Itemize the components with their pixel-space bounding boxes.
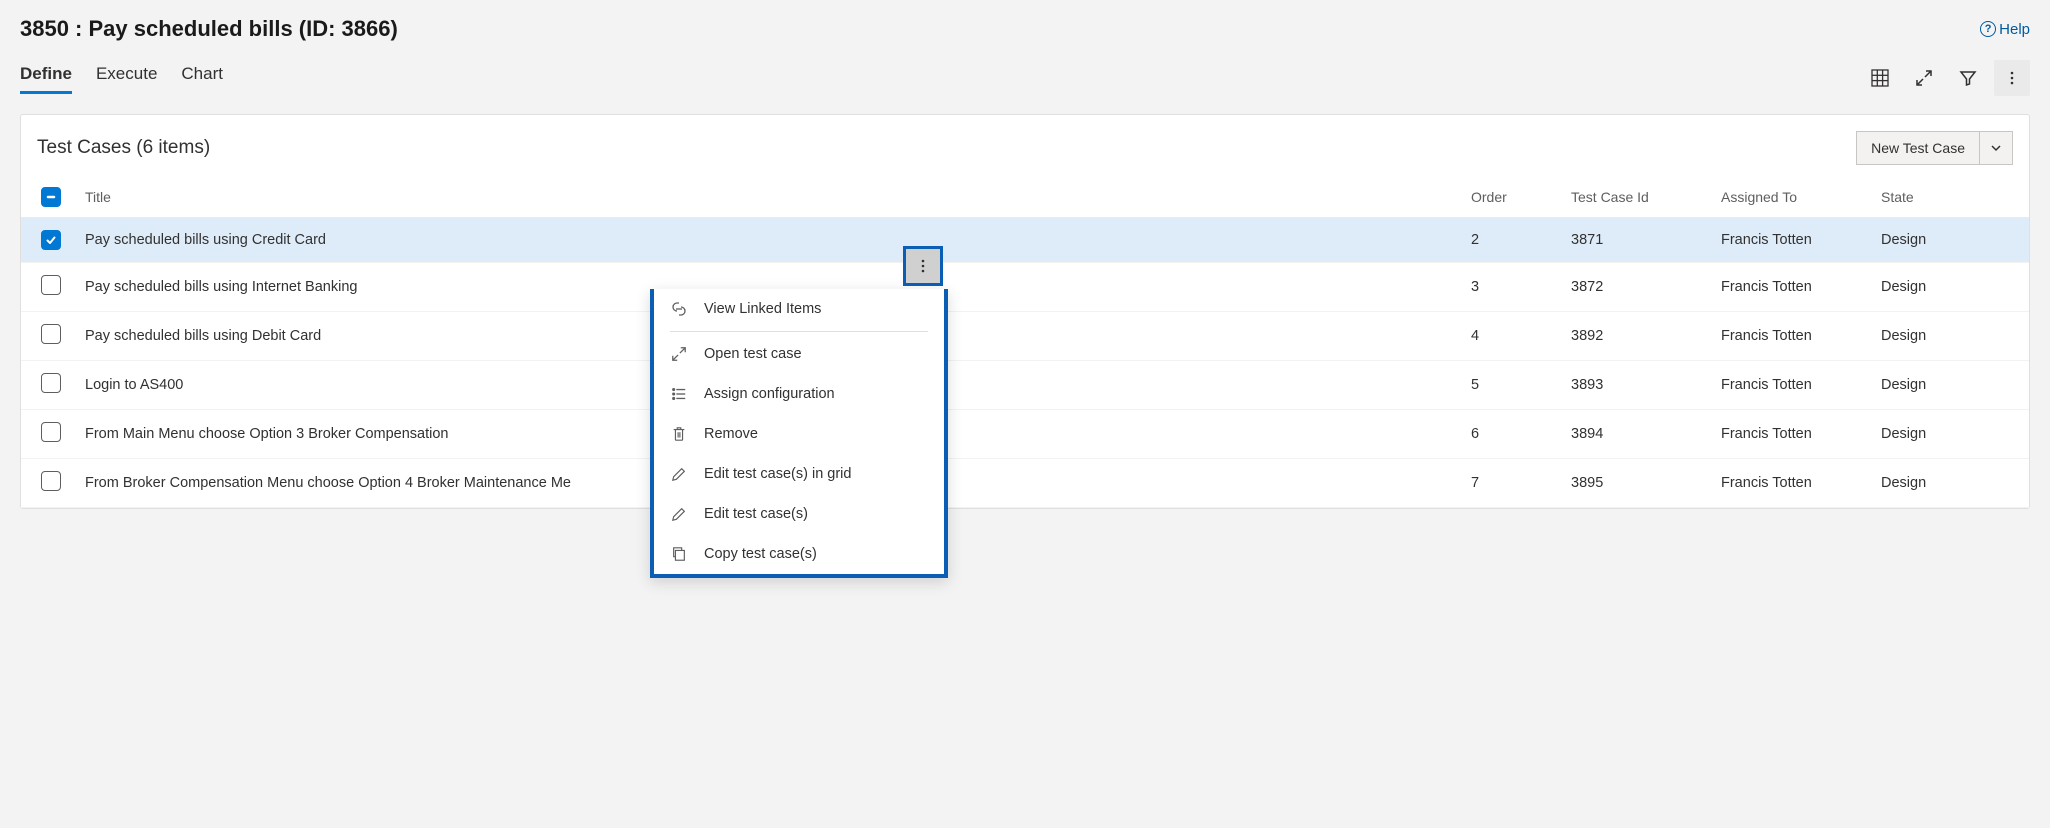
help-label: Help <box>1999 21 2030 38</box>
column-order[interactable]: Order <box>1459 177 1559 218</box>
table-row[interactable]: From Main Menu choose Option 3 Broker Co… <box>21 410 2029 459</box>
new-test-case-button[interactable]: New Test Case <box>1856 131 1979 165</box>
cell-title: Pay scheduled bills using Internet Banki… <box>85 279 357 295</box>
tab-chart[interactable]: Chart <box>181 64 223 92</box>
table-row[interactable]: Login to AS400 5 3893 Francis Totten Des… <box>21 361 2029 410</box>
cell-title: Pay scheduled bills using Debit Card <box>85 328 321 344</box>
new-test-case-dropdown[interactable] <box>1979 131 2013 165</box>
cell-state: Design <box>1869 459 2029 508</box>
help-link[interactable]: ? Help <box>1980 21 2030 38</box>
cell-title: From Main Menu choose Option 3 Broker Co… <box>85 426 448 442</box>
tabs: Define Execute Chart <box>20 64 223 92</box>
row-checkbox[interactable] <box>41 471 61 491</box>
menu-copy[interactable]: Copy test case(s) <box>654 534 944 574</box>
cell-order: 5 <box>1459 361 1559 410</box>
column-state[interactable]: State <box>1869 177 2029 218</box>
cell-state: Design <box>1869 312 2029 361</box>
menu-label: View Linked Items <box>704 301 821 317</box>
expand-icon <box>670 345 688 363</box>
context-menu: View Linked Items Open test case Assign … <box>650 289 948 578</box>
copy-icon <box>670 545 688 563</box>
cell-order: 3 <box>1459 263 1559 312</box>
cell-id: 3895 <box>1559 459 1709 508</box>
cell-state: Design <box>1869 410 2029 459</box>
row-actions-button[interactable] <box>903 246 943 286</box>
row-checkbox[interactable] <box>41 373 61 393</box>
cell-assigned: Francis Totten <box>1709 263 1869 312</box>
link-icon <box>670 300 688 318</box>
menu-edit-grid[interactable]: Edit test case(s) in grid <box>654 454 944 494</box>
pencil-icon <box>670 465 688 483</box>
menu-divider <box>670 331 928 332</box>
panel-title: Test Cases (6 items) <box>37 137 210 159</box>
cell-assigned: Francis Totten <box>1709 410 1869 459</box>
row-checkbox[interactable] <box>41 324 61 344</box>
tab-execute[interactable]: Execute <box>96 64 157 92</box>
row-checkbox[interactable] <box>41 422 61 442</box>
table-row[interactable]: Pay scheduled bills using Debit Card 4 3… <box>21 312 2029 361</box>
cell-state: Design <box>1869 263 2029 312</box>
pencil-icon <box>670 505 688 523</box>
menu-label: Edit test case(s) <box>704 506 808 522</box>
cell-assigned: Francis Totten <box>1709 459 1869 508</box>
cell-title: Login to AS400 <box>85 377 183 393</box>
column-id[interactable]: Test Case Id <box>1559 177 1709 218</box>
cell-id: 3893 <box>1559 361 1709 410</box>
cell-title: Pay scheduled bills using Credit Card <box>85 232 326 248</box>
cell-order: 7 <box>1459 459 1559 508</box>
column-assigned[interactable]: Assigned To <box>1709 177 1869 218</box>
row-checkbox[interactable] <box>41 275 61 295</box>
menu-assign[interactable]: Assign configuration <box>654 374 944 414</box>
menu-open[interactable]: Open test case <box>654 334 944 374</box>
menu-edit[interactable]: Edit test case(s) <box>654 494 944 534</box>
expand-icon[interactable] <box>1906 60 1942 96</box>
cell-id: 3894 <box>1559 410 1709 459</box>
menu-view-linked[interactable]: View Linked Items <box>654 289 944 329</box>
cell-order: 6 <box>1459 410 1559 459</box>
cell-id: 3892 <box>1559 312 1709 361</box>
menu-label: Open test case <box>704 346 802 362</box>
cell-state: Design <box>1869 361 2029 410</box>
test-cases-panel: Test Cases (6 items) New Test Case <box>20 114 2030 509</box>
cell-order: 4 <box>1459 312 1559 361</box>
menu-label: Assign configuration <box>704 386 835 402</box>
cell-title: From Broker Compensation Menu choose Opt… <box>85 475 571 491</box>
kebab-icon <box>914 257 932 275</box>
trash-icon <box>670 425 688 443</box>
menu-label: Remove <box>704 426 758 442</box>
row-checkbox[interactable] <box>41 230 61 250</box>
help-icon: ? <box>1980 21 1996 37</box>
cell-assigned: Francis Totten <box>1709 361 1869 410</box>
cell-assigned: Francis Totten <box>1709 312 1869 361</box>
cell-id: 3871 <box>1559 218 1709 263</box>
tab-define[interactable]: Define <box>20 64 72 92</box>
list-icon <box>670 385 688 403</box>
menu-label: Copy test case(s) <box>704 546 817 562</box>
cell-order: 2 <box>1459 218 1559 263</box>
column-title[interactable]: Title <box>73 177 1459 218</box>
cell-assigned: Francis Totten <box>1709 218 1869 263</box>
grid-view-icon[interactable] <box>1862 60 1898 96</box>
page-title: 3850 : Pay scheduled bills (ID: 3866) <box>20 16 398 42</box>
select-all-checkbox[interactable] <box>41 187 61 207</box>
cell-id: 3872 <box>1559 263 1709 312</box>
table-row[interactable]: From Broker Compensation Menu choose Opt… <box>21 459 2029 508</box>
table-row[interactable]: Pay scheduled bills using Internet Banki… <box>21 263 2029 312</box>
test-cases-table: Title Order Test Case Id Assigned To Sta… <box>21 177 2029 508</box>
menu-label: Edit test case(s) in grid <box>704 466 851 482</box>
chevron-down-icon <box>1990 142 2002 154</box>
table-row[interactable]: Pay scheduled bills using Credit Card 2 … <box>21 218 2029 263</box>
cell-state: Design <box>1869 218 2029 263</box>
more-icon[interactable] <box>1994 60 2030 96</box>
filter-icon[interactable] <box>1950 60 1986 96</box>
menu-remove[interactable]: Remove <box>654 414 944 454</box>
